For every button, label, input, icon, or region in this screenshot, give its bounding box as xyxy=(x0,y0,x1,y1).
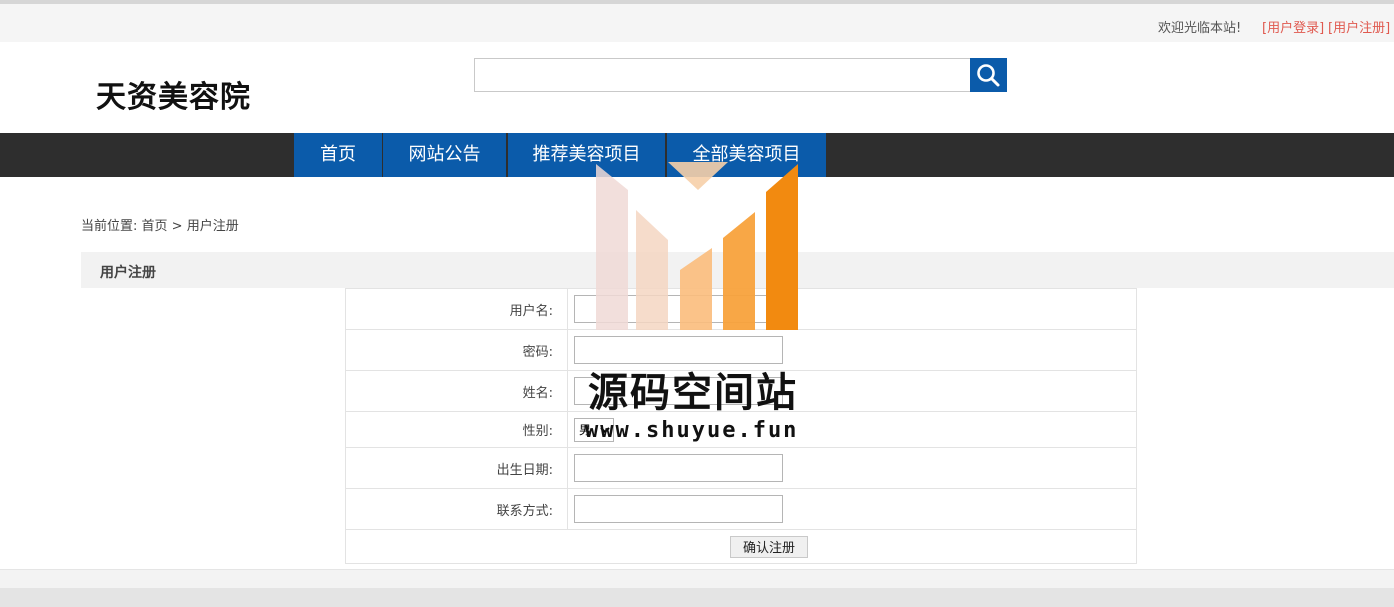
section-header: 用户注册 xyxy=(81,252,1394,288)
form-row-username: 用户名: xyxy=(345,288,1137,330)
search-button[interactable] xyxy=(970,58,1007,92)
password-label: 密码: xyxy=(345,329,568,371)
main-nav: 首页 网站公告 推荐美容项目 全部美容项目 xyxy=(0,133,1394,177)
contact-label: 联系方式: xyxy=(345,488,568,530)
register-link[interactable]: [用户注册] xyxy=(1328,17,1390,36)
submit-register-button[interactable]: 确认注册 xyxy=(729,535,808,558)
username-field[interactable] xyxy=(574,295,783,323)
name-label: 姓名: xyxy=(345,370,568,412)
nav-item-home[interactable]: 首页 xyxy=(294,133,383,177)
footer-bar xyxy=(0,569,1394,607)
section-title: 用户注册 xyxy=(100,265,156,281)
nav-item-recommended-services[interactable]: 推荐美容项目 xyxy=(508,133,666,177)
form-row-contact: 联系方式: xyxy=(345,488,1137,530)
birthday-label: 出生日期: xyxy=(345,447,568,489)
footer-strip xyxy=(0,588,1394,607)
breadcrumb-separator: > xyxy=(167,219,187,234)
top-bar: 欢迎光临本站! [用户登录] [用户注册] xyxy=(0,0,1394,42)
gender-label: 性别: xyxy=(345,411,568,448)
contact-field[interactable] xyxy=(574,495,783,523)
login-link[interactable]: [用户登录] xyxy=(1262,17,1324,36)
welcome-text: 欢迎光临本站! xyxy=(1158,21,1242,36)
search-icon xyxy=(977,64,1000,87)
username-label: 用户名: xyxy=(345,288,568,330)
search-input[interactable] xyxy=(474,58,971,92)
site-logo[interactable]: 天资美容院 xyxy=(96,72,251,116)
birthday-field[interactable] xyxy=(574,454,783,482)
breadcrumb: 当前位置: 首页 > 用户注册 xyxy=(81,215,239,234)
form-row-submit: 确认注册 xyxy=(345,529,1137,564)
watermark-url: www.shuyue.fun xyxy=(585,418,799,443)
nav-item-all-services[interactable]: 全部美容项目 xyxy=(667,133,827,177)
breadcrumb-home-link[interactable]: 首页 xyxy=(142,219,168,234)
watermark-title: 源码空间站 xyxy=(588,370,798,416)
form-row-birthday: 出生日期: xyxy=(345,447,1137,489)
breadcrumb-current: 用户注册 xyxy=(186,219,239,234)
nav-item-announcements[interactable]: 网站公告 xyxy=(383,133,507,177)
breadcrumb-prefix: 当前位置: xyxy=(81,219,142,234)
